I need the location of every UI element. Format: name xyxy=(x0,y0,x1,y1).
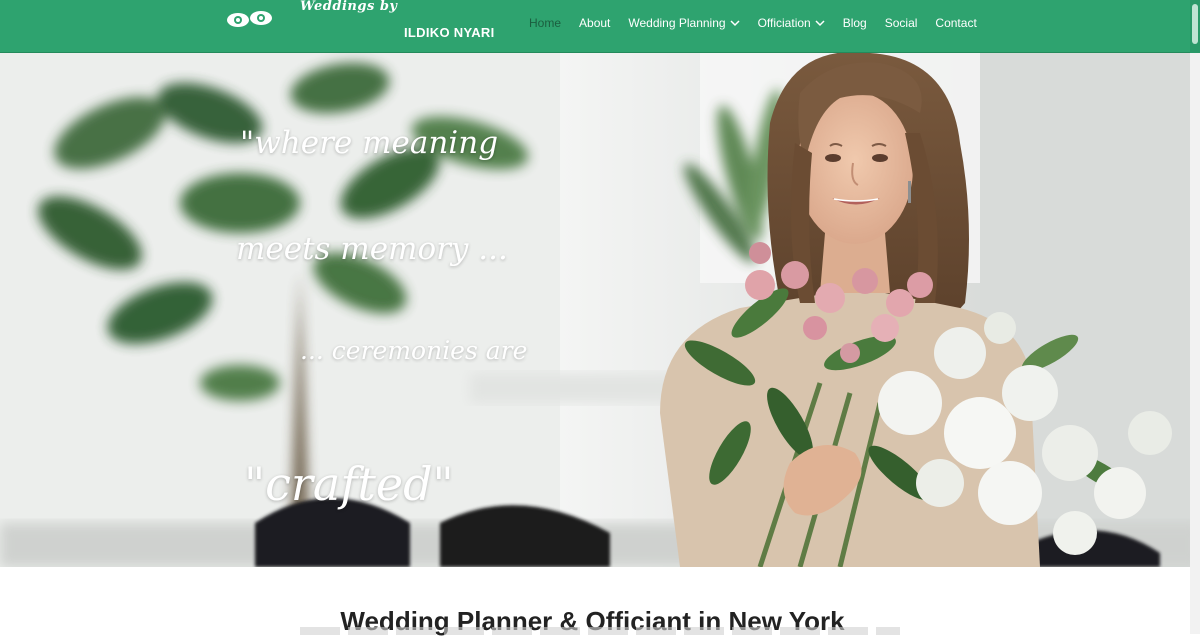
hero-quote-line-4: "crafted" xyxy=(244,457,454,511)
eyes-logo-icon[interactable] xyxy=(226,8,274,32)
nav-item-social[interactable]: Social xyxy=(885,16,918,30)
main-nav: Home About Wedding Planning Officiation … xyxy=(520,14,986,32)
nav-item-label: Contact xyxy=(935,16,977,30)
hero-banner: "where meaning meets memory ... ... cere… xyxy=(0,53,1200,567)
nav-item-contact[interactable]: Contact xyxy=(935,16,976,30)
page-scrollbar[interactable] xyxy=(1190,53,1200,634)
brand-name[interactable]: ILDIKO NYARI xyxy=(404,25,495,40)
nav-item-label: Officiation xyxy=(757,16,811,30)
hero-photo xyxy=(0,53,1200,567)
header-scrollbar-thumb[interactable] xyxy=(1192,4,1198,44)
hero-quote-line-1: "where meaning xyxy=(240,125,499,161)
header-scrollbar-track[interactable] xyxy=(1190,0,1200,53)
brand-script-line[interactable]: Weddings by xyxy=(300,0,397,14)
chevron-down-icon xyxy=(815,20,825,27)
nav-item-officiation[interactable]: Officiation xyxy=(758,16,825,30)
nav-item-label: About xyxy=(579,16,611,30)
site-header: Weddings by ILDIKO NYARI Home About Wedd… xyxy=(0,0,1200,53)
nav-item-label: Wedding Planning xyxy=(628,16,726,30)
nav-item-label: Social xyxy=(884,16,918,30)
nav-item-about[interactable]: About xyxy=(579,16,610,30)
hero-quote-line-2: meets memory ... xyxy=(236,231,508,267)
nav-item-wedding-planning[interactable]: Wedding Planning xyxy=(628,16,740,30)
nav-item-blog[interactable]: Blog xyxy=(843,16,867,30)
nav-item-label: Home xyxy=(529,16,562,30)
chevron-down-icon xyxy=(730,20,740,27)
hero-quote-line-3: ... ceremonies are xyxy=(300,336,528,365)
nav-item-label: Blog xyxy=(842,16,867,30)
nav-item-home[interactable]: Home xyxy=(529,16,561,30)
